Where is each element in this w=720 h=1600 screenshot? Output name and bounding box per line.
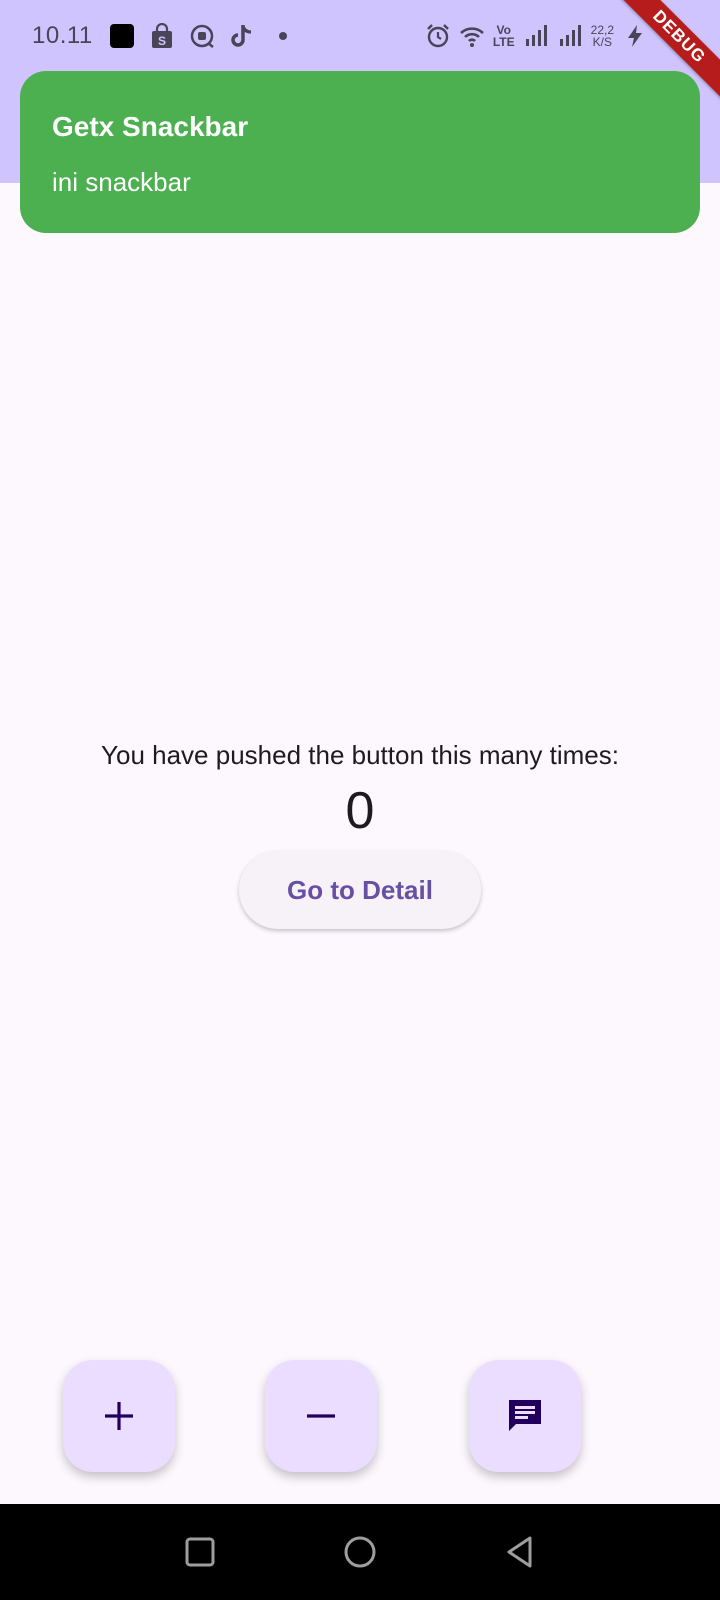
svg-text:S: S bbox=[158, 34, 166, 48]
chat-bubble-icon bbox=[189, 23, 215, 49]
snackbar-title: Getx Snackbar bbox=[52, 111, 249, 142]
notification-dot-icon bbox=[278, 32, 287, 40]
volte-icon: Vo LTE bbox=[492, 23, 515, 49]
snackbar-fab[interactable] bbox=[469, 1360, 581, 1472]
alarm-icon bbox=[425, 23, 451, 49]
recents-button[interactable] bbox=[176, 1528, 224, 1576]
back-icon bbox=[507, 1536, 532, 1568]
snackbar-message: ini snackbar bbox=[52, 167, 191, 197]
go-to-detail-button[interactable]: Go to Detail bbox=[239, 851, 481, 929]
back-button[interactable] bbox=[496, 1528, 544, 1576]
counter-section: You have pushed the button this many tim… bbox=[0, 740, 720, 929]
signal-icon bbox=[523, 23, 549, 49]
increment-fab[interactable] bbox=[63, 1360, 175, 1472]
status-time: 10.11 bbox=[32, 22, 93, 49]
decrement-fab[interactable] bbox=[265, 1360, 377, 1472]
add-icon bbox=[105, 1402, 133, 1430]
shopee-bag-icon: S bbox=[149, 23, 175, 49]
charging-icon bbox=[622, 23, 648, 49]
net-speed: 22,2 K/S bbox=[590, 23, 614, 49]
counter-value: 0 bbox=[345, 782, 375, 840]
recents-icon bbox=[185, 1537, 215, 1567]
system-nav-bar bbox=[0, 1504, 720, 1600]
app-square-icon bbox=[109, 23, 135, 49]
signal-icon bbox=[557, 23, 583, 49]
status-bar: 10.11 S Vo LTE 22,2 K/S bbox=[0, 0, 720, 72]
home-button[interactable] bbox=[336, 1528, 384, 1576]
home-icon bbox=[344, 1536, 376, 1568]
wifi-icon bbox=[459, 23, 485, 49]
snackbar[interactable]: Getx Snackbar ini snackbar bbox=[20, 71, 700, 233]
tiktok-icon bbox=[229, 23, 255, 49]
counter-label: You have pushed the button this many tim… bbox=[101, 740, 619, 770]
remove-icon bbox=[307, 1414, 335, 1418]
message-icon bbox=[509, 1400, 541, 1431]
